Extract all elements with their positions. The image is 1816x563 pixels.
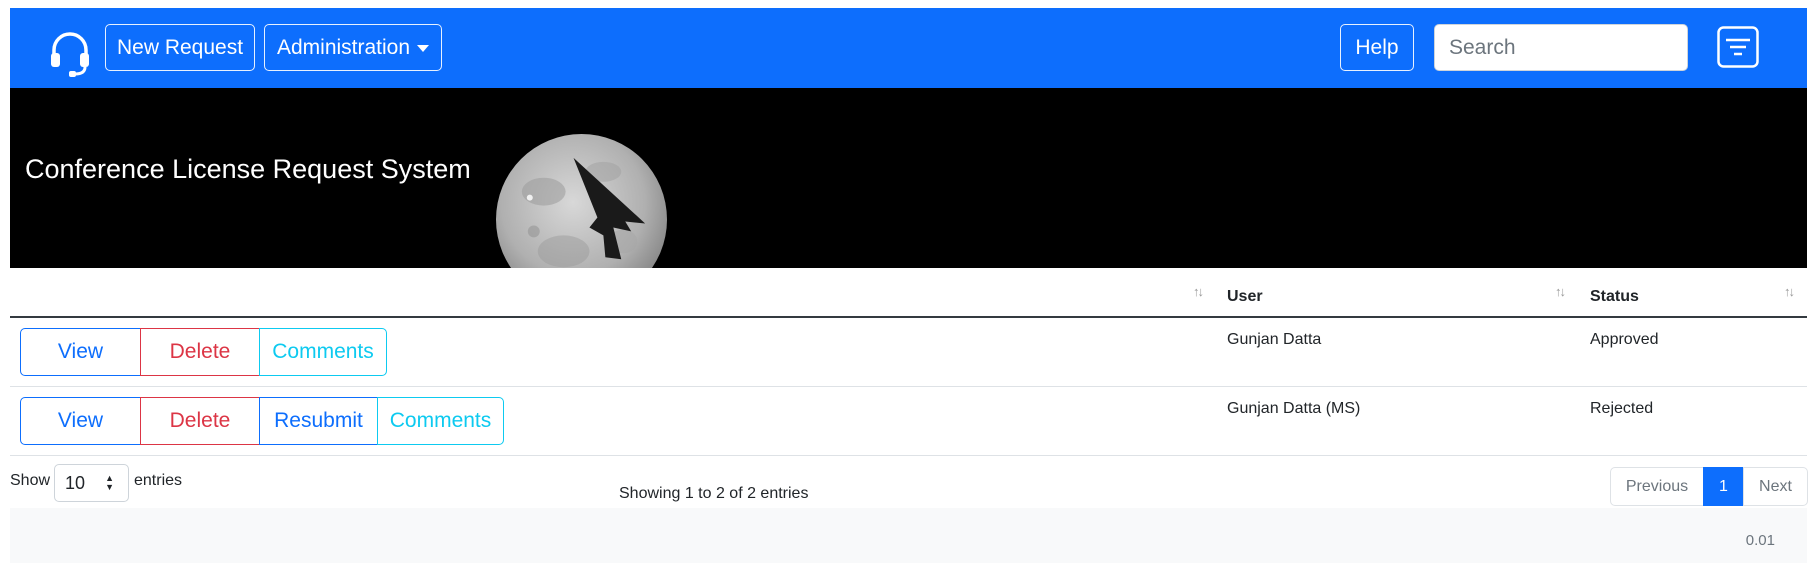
view-button[interactable]: View (20, 397, 141, 445)
next-page-button[interactable]: Next (1743, 467, 1808, 506)
caret-down-icon (417, 45, 430, 52)
administration-dropdown[interactable]: Administration (264, 24, 442, 71)
delete-button[interactable]: Delete (140, 397, 260, 445)
column-header-status[interactable]: Status (1590, 288, 1639, 306)
status-cell: Rejected (1590, 400, 1654, 417)
entries-per-page-select[interactable]: 10 ▲ ▼ (54, 464, 129, 502)
table-header: ↑↓ User ↑↓ Status ↑↓ (10, 268, 1807, 318)
administration-label: Administration (276, 35, 411, 59)
moon-bomber-image (496, 134, 667, 268)
footer: 0.01 (10, 508, 1807, 563)
entries-label: entries (134, 472, 183, 489)
comments-button[interactable]: Comments (259, 328, 387, 376)
select-arrows-icon: ▲ ▼ (105, 473, 114, 492)
page-1-button[interactable]: 1 (1703, 467, 1744, 506)
row-actions: View Delete Comments (20, 328, 387, 376)
table-row: View Delete Comments Gunjan Datta Approv… (10, 318, 1807, 387)
show-label: Show (10, 472, 51, 489)
previous-page-button[interactable]: Previous (1610, 467, 1704, 506)
version-label: 0.01 (1745, 532, 1775, 549)
sort-icon[interactable]: ↑↓ (1193, 284, 1204, 299)
hero-banner: Conference License Request System (10, 88, 1807, 268)
sort-icon[interactable]: ↑↓ (1555, 284, 1566, 299)
help-button[interactable]: Help (1340, 24, 1414, 71)
entries-per-page-value: 10 (65, 472, 86, 493)
pagination: Previous 1 Next (1610, 467, 1808, 506)
delete-button[interactable]: Delete (140, 328, 260, 376)
user-cell: Gunjan Datta (1227, 331, 1322, 348)
user-cell: Gunjan Datta (MS) (1227, 400, 1361, 417)
filter-lines-icon[interactable] (1717, 26, 1759, 68)
headset-icon[interactable] (42, 26, 98, 82)
top-navbar: New Request Administration Help (10, 8, 1807, 88)
status-cell: Approved (1590, 331, 1659, 348)
banner-title: Conference License Request System (25, 154, 471, 184)
table-info: Showing 1 to 2 of 2 entries (619, 485, 809, 502)
table-row: View Delete Resubmit Comments Gunjan Dat… (10, 387, 1807, 456)
new-request-label: New Request (116, 35, 244, 59)
view-button[interactable]: View (20, 328, 141, 376)
row-actions: View Delete Resubmit Comments (20, 397, 504, 445)
sort-icon[interactable]: ↑↓ (1784, 284, 1795, 299)
comments-button[interactable]: Comments (377, 397, 504, 445)
resubmit-button[interactable]: Resubmit (259, 397, 378, 445)
help-label: Help (1355, 35, 1399, 59)
new-request-button[interactable]: New Request (105, 24, 255, 71)
search-input[interactable] (1434, 24, 1688, 71)
column-header-user[interactable]: User (1227, 288, 1263, 306)
